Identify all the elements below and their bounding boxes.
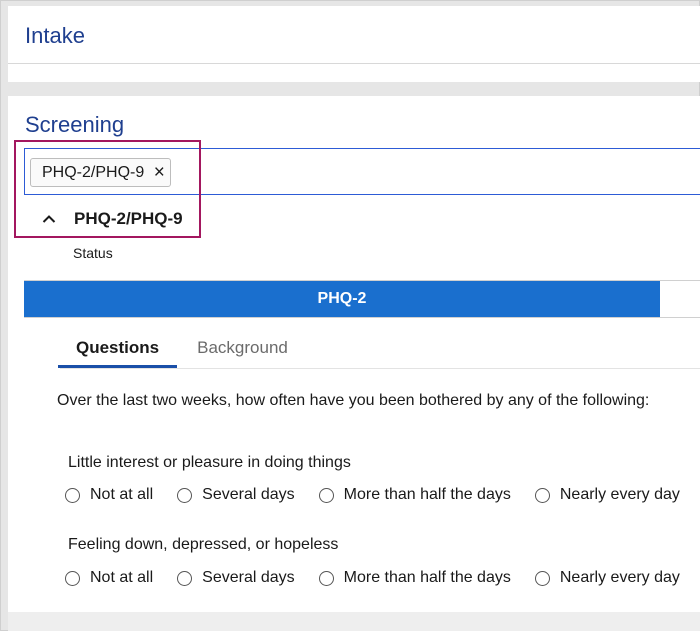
selected-chip: PHQ-2/PHQ-9 ×: [30, 158, 172, 187]
option-label: Not at all: [90, 486, 154, 503]
option-label: Not at all: [90, 569, 154, 586]
radio-icon[interactable]: [65, 487, 80, 503]
radio-icon[interactable]: [65, 570, 80, 586]
question-1-options: Not at all Several days More than half t…: [65, 486, 700, 504]
tab-questions[interactable]: Questions: [58, 338, 178, 368]
q1-option-nearly-every-day[interactable]: Nearly every day: [534, 486, 680, 504]
tab-bar: Questions Background: [58, 338, 326, 368]
section-title: PHQ-2/PHQ-9: [74, 209, 183, 228]
radio-icon[interactable]: [177, 570, 193, 586]
question-2-options: Not at all Several days More than half t…: [65, 569, 700, 587]
section-toggle[interactable]: PHQ-2/PHQ-9: [42, 209, 183, 229]
screening-title: Screening: [25, 112, 125, 137]
q1-option-more-than-half[interactable]: More than half the days: [318, 486, 511, 504]
intake-title: Intake: [25, 23, 85, 48]
tab-background[interactable]: Background: [197, 338, 288, 368]
q2-option-more-than-half[interactable]: More than half the days: [318, 569, 511, 587]
option-label: More than half the days: [343, 486, 511, 503]
screening-select-input[interactable]: PHQ-2/PHQ-9 ×: [24, 148, 700, 195]
option-label: Nearly every day: [559, 569, 680, 586]
radio-icon[interactable]: [534, 487, 550, 503]
option-label: More than half the days: [343, 569, 511, 586]
radio-icon[interactable]: [177, 487, 193, 503]
chevron-up-icon: [42, 215, 56, 223]
question-1-label: Little interest or pleasure in doing thi…: [68, 454, 351, 471]
q1-option-several-days[interactable]: Several days: [177, 486, 295, 504]
q1-option-not-at-all[interactable]: Not at all: [65, 486, 153, 504]
radio-icon[interactable]: [318, 487, 334, 503]
q2-option-not-at-all[interactable]: Not at all: [65, 569, 153, 587]
option-label: Several days: [202, 486, 295, 503]
option-label: Several days: [202, 569, 295, 586]
status-label: Status: [73, 245, 113, 261]
screening-card: Screening PHQ-2/PHQ-9 × PHQ-2/PHQ-9 Stat…: [8, 96, 700, 612]
intake-footer-strip: [8, 63, 700, 82]
tab-divider: [60, 368, 700, 369]
progress-bar: PHQ-2: [24, 280, 700, 318]
option-label: Nearly every day: [559, 486, 680, 503]
question-prompt: Over the last two weeks, how often have …: [57, 392, 650, 409]
progress-label: PHQ-2: [317, 290, 367, 307]
bottom-bar: [8, 612, 700, 631]
question-2-label: Feeling down, depressed, or hopeless: [68, 536, 339, 553]
q2-option-nearly-every-day[interactable]: Nearly every day: [534, 569, 680, 587]
close-icon[interactable]: ×: [148, 162, 170, 184]
intake-card: Intake: [8, 6, 700, 64]
radio-icon[interactable]: [534, 570, 550, 586]
radio-icon[interactable]: [318, 570, 334, 586]
chip-label: PHQ-2/PHQ-9: [42, 163, 145, 181]
q2-option-several-days[interactable]: Several days: [177, 569, 295, 587]
